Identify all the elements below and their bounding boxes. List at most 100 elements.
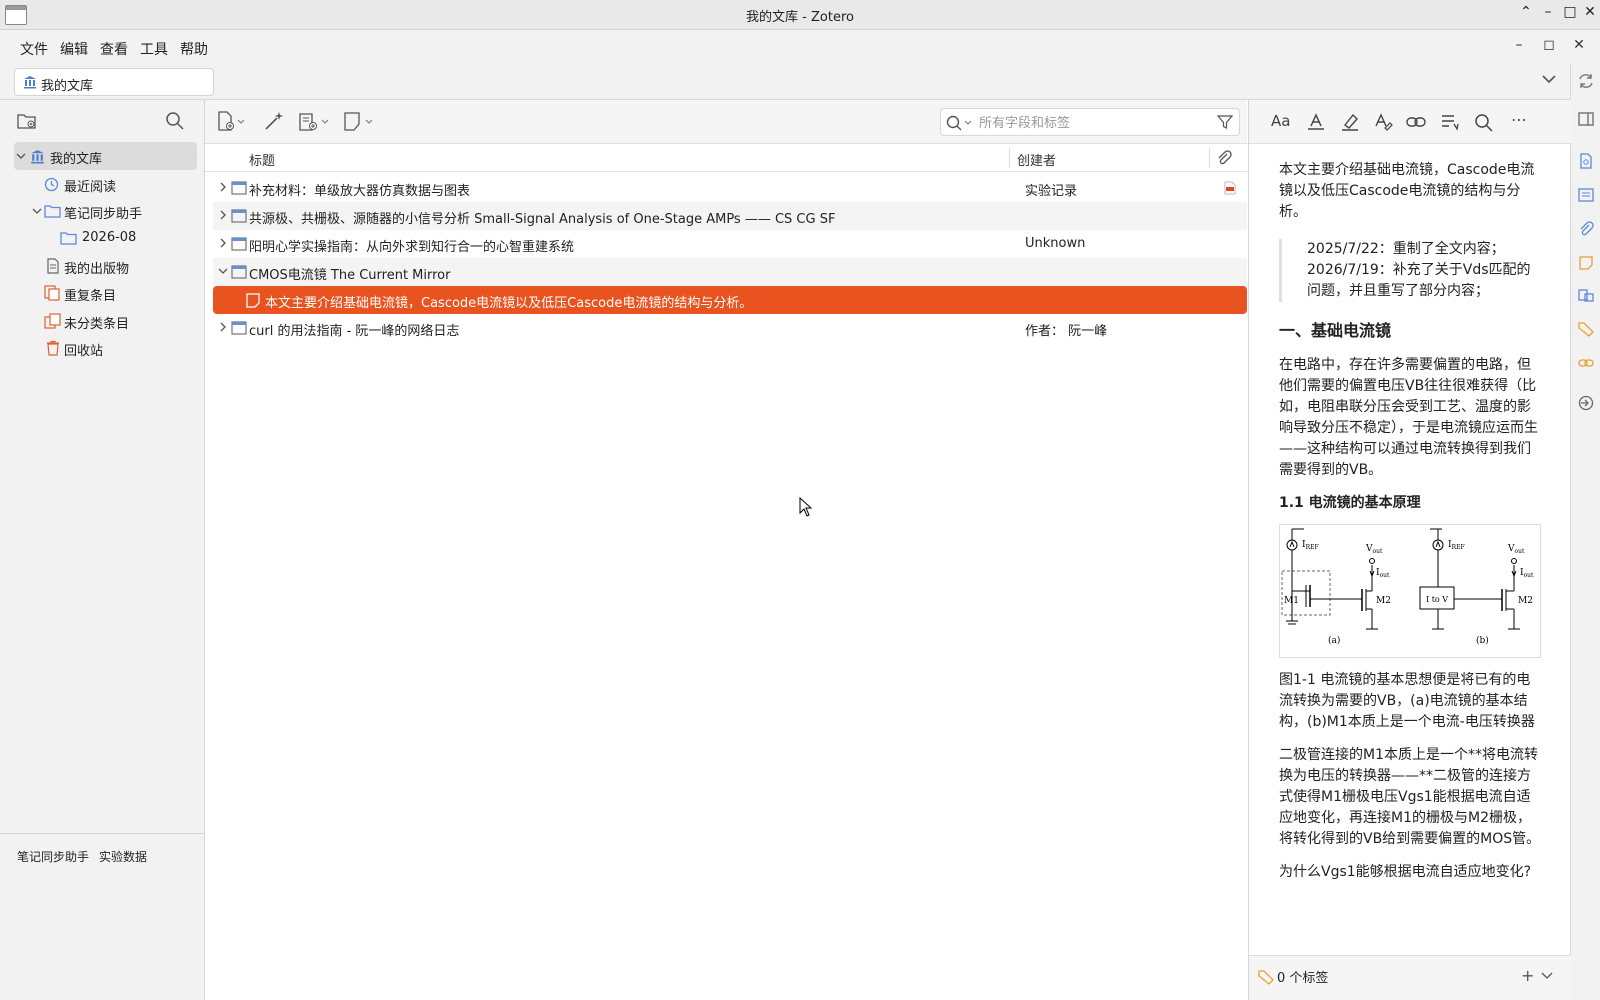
fig-m2-label-b: M2 — [1518, 596, 1533, 606]
item-title: 共源极、共栅极、源随器的小信号分析 Small-Signal Analysis … — [249, 212, 836, 227]
fig-itov-label: I to V — [1426, 595, 1448, 604]
menu-tools[interactable]: 工具 — [140, 39, 168, 59]
table-row[interactable]: 补充材料：单级放大器仿真数据与图表 实验记录 — [213, 174, 1247, 202]
link-icon[interactable] — [1405, 112, 1427, 132]
menu-view[interactable]: 查看 — [100, 39, 128, 59]
maximize-icon[interactable]: ◻ — [1538, 37, 1560, 53]
collection-recent[interactable]: 最近阅读 — [14, 170, 197, 198]
info-icon[interactable] — [1577, 152, 1595, 170]
new-collection-icon[interactable] — [17, 112, 37, 130]
add-tag-icon[interactable]: + — [1521, 966, 1534, 985]
tag-chip[interactable]: 实验数据 — [99, 848, 147, 865]
tab-library[interactable]: 我的文库 — [14, 68, 214, 96]
folder-icon — [60, 232, 77, 245]
column-creator[interactable]: 创建者 — [1017, 150, 1056, 169]
clear-format-icon[interactable] — [1372, 112, 1394, 132]
clock-icon — [44, 177, 59, 192]
duplicate-icon — [44, 285, 60, 301]
tags-icon[interactable] — [1577, 320, 1595, 338]
note-body[interactable]: 本文主要介绍基础电流镜，Cascode电流镜以及低压Cascode电流镜的结构与… — [1279, 160, 1541, 895]
collection-label: 我的出版物 — [64, 262, 130, 277]
search-icon[interactable] — [945, 114, 975, 132]
filter-icon[interactable] — [1217, 114, 1233, 130]
close-icon[interactable]: ✕ — [1568, 37, 1590, 53]
item-title: 阳明心学实操指南：从向外求到知行合一的心智重建系统 — [249, 240, 575, 255]
locate-icon[interactable] — [1577, 394, 1595, 412]
window-close-icon[interactable]: ✕ — [1580, 4, 1600, 20]
tag-chip[interactable]: 笔记同步助手 — [17, 848, 89, 865]
tab-label: 我的文库 — [41, 79, 94, 94]
table-row[interactable]: 阳明心学实操指南：从向外求到知行合一的心智重建系统 Unknown — [213, 230, 1247, 258]
web-page-icon — [231, 265, 247, 279]
chevron-down-icon[interactable] — [32, 206, 42, 216]
tab-bar: 我的文库 — [0, 64, 1600, 100]
collection-my-publications[interactable]: 我的出版物 — [14, 252, 197, 280]
attachment-column-icon[interactable] — [1215, 150, 1233, 166]
note-paragraph: 在电路中，存在许多需要偏置的电路，但他们需要的偏置电压VB往往很难获得（比如，电… — [1279, 357, 1538, 478]
table-row[interactable]: curl 的用法指南 - 阮一峰的网络日志 作者： 阮一峰 — [213, 314, 1247, 342]
note-paragraph: 二极管连接的M1本质上是一个**将电流转换为电压的转换器——**二极管的连接方式… — [1279, 747, 1541, 847]
menubar: 文件 编辑 查看 工具 帮助 – ◻ ✕ — [0, 30, 1600, 64]
libraries-collections-icon[interactable] — [1577, 286, 1595, 304]
collection-duplicates[interactable]: 重复条目 — [14, 279, 197, 307]
chevron-down-icon[interactable] — [16, 151, 26, 161]
collection-trash[interactable]: 回收站 — [14, 334, 197, 362]
sync-icon[interactable] — [1577, 72, 1595, 90]
collection-my-library[interactable]: 我的文库 — [14, 142, 197, 170]
web-page-icon — [231, 237, 247, 251]
window-shade-icon[interactable]: ⌃ — [1516, 4, 1536, 20]
add-by-identifier-icon[interactable] — [263, 110, 285, 132]
chevron-right-icon[interactable] — [217, 237, 229, 249]
abstract-icon[interactable] — [1577, 186, 1595, 204]
note-toolbar: Aa ⋯ — [1249, 100, 1571, 144]
chevron-right-icon[interactable] — [217, 209, 229, 221]
chevron-down-icon[interactable] — [217, 265, 229, 277]
column-title[interactable]: 标题 — [249, 150, 275, 169]
citation-icon[interactable] — [1439, 112, 1461, 132]
table-row[interactable]: 共源极、共栅极、源随器的小信号分析 Small-Signal Analysis … — [213, 202, 1247, 230]
text-format-icon[interactable]: Aa — [1271, 112, 1293, 132]
collection-2026-08[interactable]: 2026-08 — [14, 224, 197, 252]
collection-notes-sync[interactable]: 笔记同步助手 — [14, 197, 197, 225]
add-attachment-icon[interactable] — [298, 111, 332, 133]
search-input[interactable] — [979, 113, 1199, 133]
text-color-icon[interactable] — [1305, 112, 1327, 132]
new-note-icon[interactable] — [343, 111, 375, 133]
minimize-icon[interactable]: – — [1508, 37, 1530, 53]
search-icon[interactable] — [165, 111, 185, 131]
window-maximize-icon[interactable]: □ — [1560, 4, 1580, 20]
current-mirror-figure: IREF M1 Vout Iout M2 (a) IREF I to V Vou… — [1279, 524, 1541, 658]
window-minimize-icon[interactable]: – — [1538, 4, 1558, 20]
more-options-icon[interactable]: ⋯ — [1511, 110, 1533, 130]
menu-edit[interactable]: 编辑 — [60, 39, 88, 59]
collection-unfiled[interactable]: 未分类条目 — [14, 307, 197, 335]
chevron-right-icon[interactable] — [217, 181, 229, 193]
tags-count: 0 个标签 — [1277, 971, 1329, 986]
attachments-icon[interactable] — [1577, 220, 1595, 238]
collections-pane: 我的文库 最近阅读 笔记同步助手 2026-08 我的出版物 重复条目 未分类条… — [0, 100, 205, 1000]
collection-label: 我的文库 — [50, 152, 103, 167]
fig-a-label: (a) — [1328, 635, 1340, 646]
note-heading-2: 1.1 电流镜的基本原理 — [1279, 495, 1421, 511]
new-item-icon[interactable] — [217, 111, 247, 133]
pdf-icon[interactable] — [1223, 181, 1237, 195]
search-box[interactable] — [940, 108, 1240, 136]
web-page-icon — [231, 209, 247, 223]
chevron-down-icon[interactable] — [1541, 971, 1553, 981]
table-row[interactable]: CMOS电流镜 The Current Mirror — [213, 258, 1247, 286]
find-icon[interactable] — [1473, 112, 1495, 132]
menu-file[interactable]: 文件 — [20, 39, 48, 59]
quote-line: 2025/7/22：重制了全文内容； — [1307, 241, 1505, 257]
table-row-selected[interactable]: 本文主要介绍基础电流镜，Cascode电流镜以及低压Cascode电流镜的结构与… — [213, 286, 1247, 314]
collection-label: 最近阅读 — [64, 180, 117, 195]
fig-vout-label: Vout — [1365, 544, 1383, 555]
chevron-down-icon[interactable] — [1540, 70, 1558, 88]
trash-icon — [47, 340, 59, 356]
notes-icon[interactable] — [1577, 254, 1595, 272]
highlight-icon[interactable] — [1339, 112, 1361, 132]
menu-help[interactable]: 帮助 — [180, 39, 208, 59]
related-icon[interactable] — [1577, 354, 1595, 372]
chevron-right-icon[interactable] — [217, 321, 229, 333]
note-editor-pane: Aa ⋯ 本文主要介绍基础电流镜，Cascode电流镜以及低压Cascode电流… — [1248, 100, 1571, 1000]
toggle-pane-icon[interactable] — [1577, 110, 1595, 128]
